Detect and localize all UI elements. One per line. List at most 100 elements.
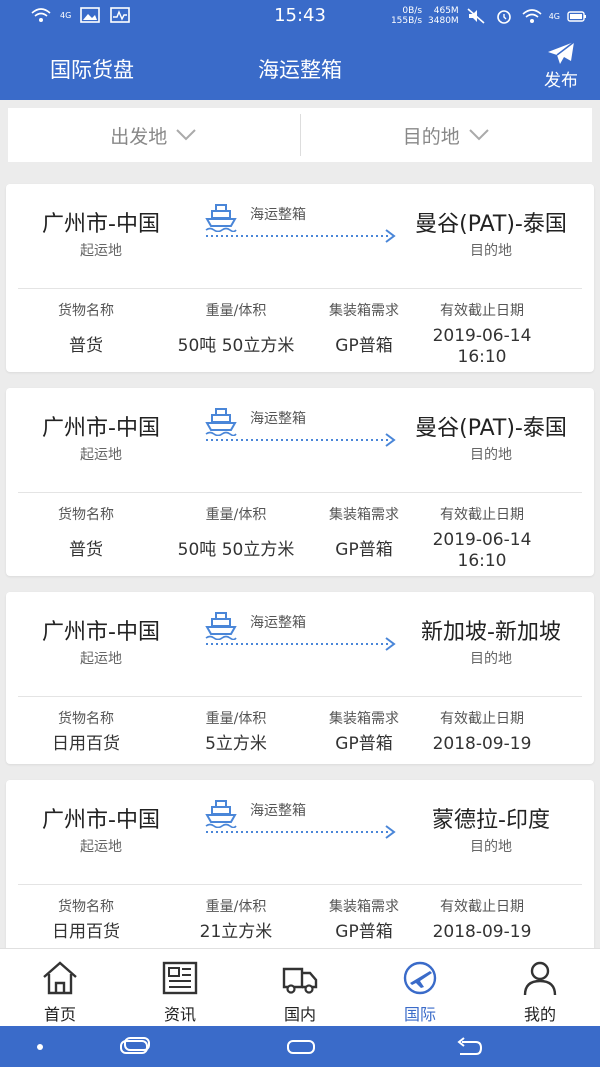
tab-label: 国内 (283, 1005, 316, 1024)
deadline-date: 2018-09-19 (432, 922, 532, 942)
system-navigation-bar (0, 1026, 600, 1067)
departure-filter[interactable]: 出发地 (8, 108, 300, 162)
origin-city: 广州市-中国 (42, 620, 160, 645)
origin-label: 起运地 (80, 447, 122, 463)
tab-mine[interactable]: 我的 (480, 949, 600, 1026)
cargo-value: 普货 (69, 336, 103, 356)
card-divider (18, 884, 582, 885)
cargo-value: 普货 (69, 540, 103, 560)
tab-news[interactable]: 资讯 (120, 949, 240, 1026)
destination-label: 目的地 (470, 243, 512, 259)
deadline-column: 有效截止日期 2018-09-19 (412, 708, 552, 755)
destination-filter[interactable]: 目的地 (301, 108, 593, 162)
deadline-column: 有效截止日期 2018-09-19 (412, 896, 552, 943)
weight-column: 重量/体积 50吨 50立方米 (166, 300, 306, 357)
weight-value: 21立方米 (199, 922, 273, 942)
memory-1: 465M (433, 6, 459, 16)
cargo-column: 货物名称 日用百货 (16, 708, 156, 755)
weight-column: 重量/体积 50吨 50立方米 (166, 504, 306, 561)
deadline-column: 有效截止日期 2019-06-14 16:10 (412, 300, 552, 368)
status-bar: 4G 15:43 0B/s 155B/s 465M 3480M 4G (0, 0, 600, 32)
transport-mode: 海运整箱 (250, 803, 306, 819)
transport-mode: 海运整箱 (250, 615, 306, 631)
shipment-card[interactable]: 广州市-中国 起运地 海运整箱 曼谷(PAT)-泰国 目的地 货物名称 普货 重… (6, 388, 594, 576)
shipment-card[interactable]: 广州市-中国 起运地 海运整箱 蒙德拉-印度 目的地 货物名称 日用百货 重量/… (6, 780, 594, 948)
alarm-icon (493, 7, 515, 25)
tab-home[interactable]: 首页 (0, 949, 120, 1026)
tab-international[interactable]: 国际 (360, 949, 480, 1026)
cargo-value: 日用百货 (52, 922, 120, 942)
chevron-down-icon (468, 128, 490, 142)
deadline-date: 2018-09-19 (432, 734, 532, 754)
weight-header: 重量/体积 (205, 507, 267, 523)
cargo-header: 货物名称 (58, 711, 114, 727)
deadline-header: 有效截止日期 (440, 303, 524, 319)
weight-header: 重量/体积 (205, 899, 267, 915)
dot-icon[interactable] (34, 1036, 46, 1058)
origin-label: 起运地 (80, 651, 122, 667)
weight-header: 重量/体积 (205, 303, 267, 319)
origin-city: 广州市-中国 (42, 416, 160, 441)
destination-label: 目的地 (470, 651, 512, 667)
newspaper-icon (160, 959, 200, 997)
shipment-list[interactable]: 广州市-中国 起运地 海运整箱 曼谷(PAT)-泰国 目的地 货物名称 普货 重… (0, 170, 600, 948)
plane-globe-icon (400, 959, 440, 997)
destination-label: 目的地 (470, 839, 512, 855)
chevron-down-icon (175, 128, 197, 142)
tab-label: 国际 (403, 1005, 436, 1024)
paper-plane-icon (548, 41, 575, 64)
mute-icon (465, 7, 487, 25)
card-divider (18, 288, 582, 289)
destination-city: 新加坡-新加坡 (421, 620, 561, 645)
destination-city: 曼谷(PAT)-泰国 (415, 416, 567, 441)
network-type-right: 4G (548, 11, 560, 21)
wifi-icon-right (521, 7, 543, 25)
truck-icon (280, 959, 320, 997)
tab-label: 首页 (43, 1005, 76, 1024)
home-button-icon[interactable] (286, 1036, 316, 1058)
deadline-time: 16:10 (457, 551, 507, 571)
route-arrow-icon (204, 432, 400, 447)
cargo-header: 货物名称 (58, 507, 114, 523)
publish-label: 发布 (544, 71, 578, 91)
cargo-column: 货物名称 普货 (16, 300, 156, 357)
recent-apps-icon[interactable] (118, 1036, 152, 1058)
weight-value: 5立方米 (205, 734, 267, 754)
cargo-column: 货物名称 普货 (16, 504, 156, 561)
memory-readout: 465M 3480M (428, 6, 459, 26)
destination-label: 目的地 (470, 447, 512, 463)
route-arrow-icon (204, 228, 400, 243)
origin-label: 起运地 (80, 839, 122, 855)
tab-label: 我的 (523, 1005, 556, 1024)
filter-bar: 出发地 目的地 (8, 108, 592, 162)
transport-mode: 海运整箱 (250, 411, 306, 427)
page-title: 海运整箱 (258, 58, 342, 82)
origin-city: 广州市-中国 (42, 212, 160, 237)
cargo-header: 货物名称 (58, 899, 114, 915)
bottom-tab-bar: 首页 资讯 国内 国际 我的 (0, 948, 600, 1026)
deadline-column: 有效截止日期 2019-06-14 16:10 (412, 504, 552, 572)
destination-label: 目的地 (402, 125, 460, 148)
shipment-card[interactable]: 广州市-中国 起运地 海运整箱 曼谷(PAT)-泰国 目的地 货物名称 普货 重… (6, 184, 594, 372)
weight-header: 重量/体积 (205, 711, 267, 727)
app-header: 国际货盘 海运整箱 发布 (0, 32, 600, 100)
weight-value: 50吨 50立方米 (177, 540, 295, 560)
departure-label: 出发地 (110, 125, 168, 148)
back-icon[interactable] (454, 1036, 484, 1058)
publish-button[interactable]: 发布 (536, 40, 586, 91)
destination-city: 曼谷(PAT)-泰国 (415, 212, 567, 237)
transport-mode: 海运整箱 (250, 207, 306, 223)
battery-icon (566, 7, 588, 25)
speed-up: 0B/s (402, 6, 423, 16)
cargo-header: 货物名称 (58, 303, 114, 319)
origin-city: 广州市-中国 (42, 808, 160, 833)
tab-domestic[interactable]: 国内 (240, 949, 360, 1026)
house-icon (40, 959, 80, 997)
deadline-date: 2019-06-14 (432, 326, 532, 346)
deadline-time: 16:10 (457, 347, 507, 367)
shipment-card[interactable]: 广州市-中国 起运地 海运整箱 新加坡-新加坡 目的地 货物名称 日用百货 重量… (6, 592, 594, 764)
cargo-column: 货物名称 日用百货 (16, 896, 156, 943)
card-divider (18, 696, 582, 697)
destination-city: 蒙德拉-印度 (432, 808, 550, 833)
speed-down: 155B/s (390, 16, 423, 26)
